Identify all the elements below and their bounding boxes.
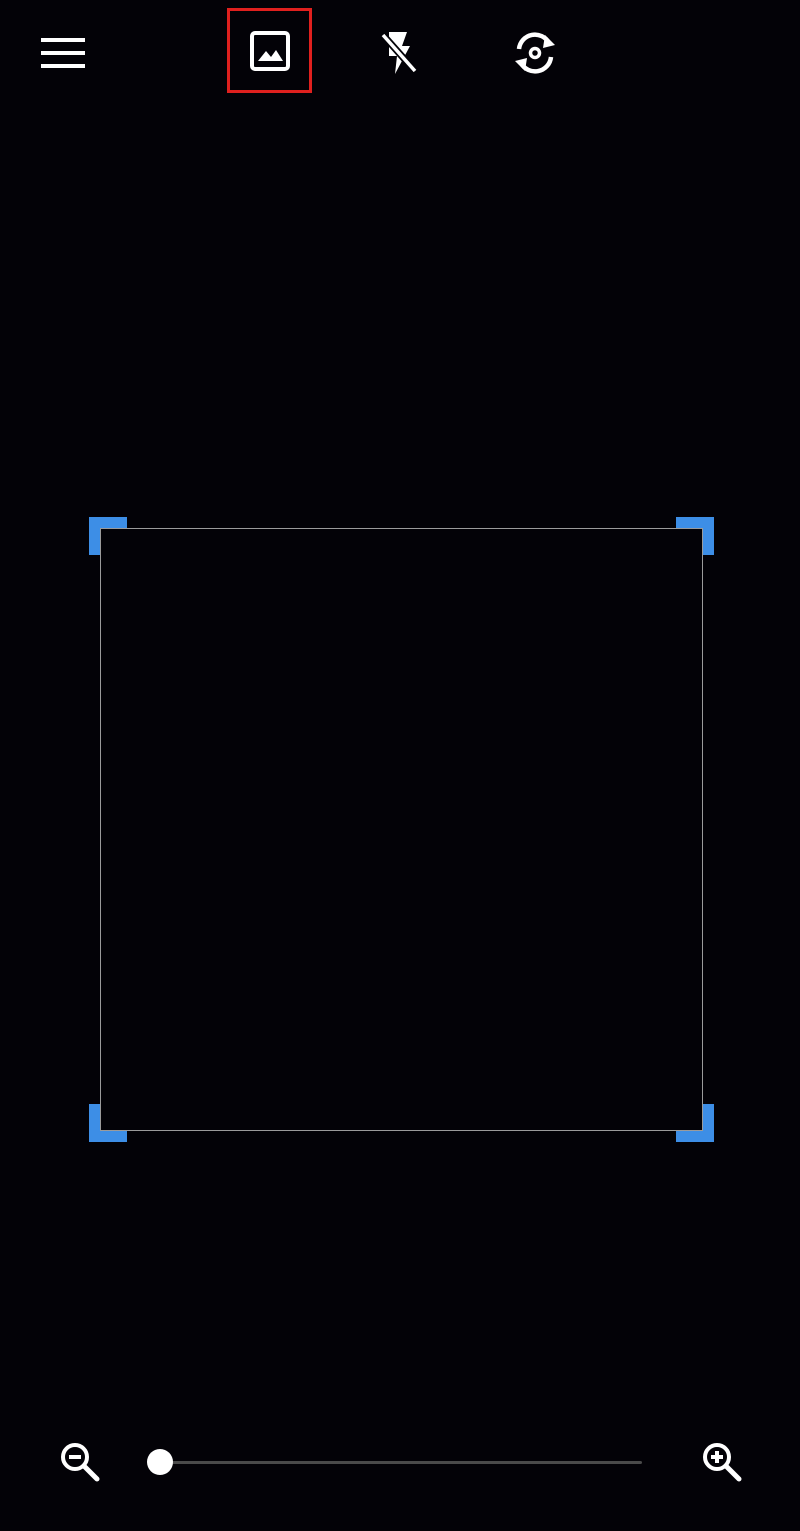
zoom-slider-thumb[interactable]	[147, 1449, 173, 1475]
switch-camera-button[interactable]	[494, 12, 576, 94]
gallery-image-icon	[249, 30, 290, 71]
flash-toggle-button[interactable]	[358, 12, 440, 94]
zoom-out-button[interactable]	[52, 1434, 108, 1490]
hamburger-menu-icon	[41, 38, 85, 68]
zoom-in-icon	[703, 1443, 742, 1482]
gallery-button[interactable]	[227, 8, 312, 93]
top-toolbar	[0, 0, 800, 105]
scan-corner-bottom-left	[89, 1104, 127, 1142]
scan-corner-top-left	[89, 517, 127, 555]
switch-camera-icon	[515, 32, 555, 74]
camera-scanner-screen	[0, 0, 800, 1531]
flash-off-icon	[380, 32, 418, 74]
zoom-in-button[interactable]	[694, 1434, 750, 1490]
scan-frame	[100, 528, 703, 1131]
zoom-out-icon	[61, 1443, 100, 1482]
scan-corner-bottom-right	[676, 1104, 714, 1142]
zoom-slider-track[interactable]	[160, 1461, 642, 1464]
menu-button[interactable]	[22, 12, 104, 94]
scan-corner-top-right	[676, 517, 714, 555]
